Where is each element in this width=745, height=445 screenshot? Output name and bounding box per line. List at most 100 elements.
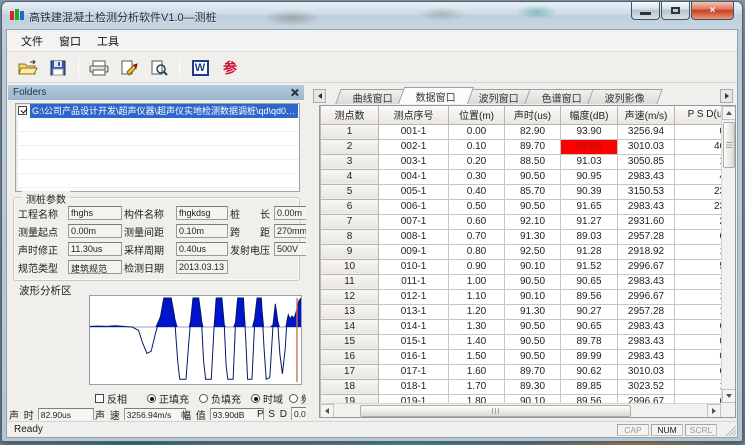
table-row[interactable]: 18018-11.7089.3089.853023.521.60 (321, 379, 722, 394)
radio-negative-fill[interactable]: 负填充 (199, 391, 241, 406)
tab-scroll-left-icon[interactable] (313, 89, 326, 103)
table-row[interactable]: 14014-11.3090.5090.652983.436.40 (321, 319, 722, 334)
column-header-3[interactable]: 声时(us) (505, 106, 561, 124)
readout-label-2: 幅 值 (181, 407, 207, 420)
horizontal-scroll-thumb[interactable] (360, 405, 631, 417)
folders-list[interactable]: G:\公司产品设计开发\超声仪器\超声仪实地检测数据调桩\qd\qd03\qd0… (15, 103, 300, 192)
menu-item-2[interactable]: 工具 (89, 30, 127, 52)
column-header-1[interactable]: 测点序号 (379, 106, 449, 124)
print-icon[interactable] (86, 56, 112, 80)
param-value-1[interactable]: fhgkdsg (176, 206, 228, 220)
table-row[interactable]: 19019-11.8090.1089.562996.676.40 (321, 394, 722, 403)
param-value-10[interactable]: 2013.03.13 (176, 260, 228, 274)
scroll-down-icon[interactable] (722, 389, 736, 403)
table-row[interactable]: 12012-11.1090.1089.562996.671.60 (321, 289, 722, 304)
open-folder-icon[interactable] (15, 56, 41, 80)
scroll-up-icon[interactable] (722, 106, 736, 120)
param-value-2[interactable]: 0.00m (274, 206, 306, 220)
radio-positive-fill[interactable]: 正填充 (147, 391, 189, 406)
column-header-2[interactable]: 位置(m) (449, 106, 505, 124)
vertical-scrollbar[interactable] (721, 106, 735, 403)
cell-8-2: 0.80 (449, 244, 505, 259)
folder-list-empty-row (16, 160, 299, 174)
readout-value-0[interactable]: 82.90us (38, 408, 94, 421)
readout-2: 幅 值93.90dB (181, 407, 264, 420)
horizontal-scrollbar[interactable] (320, 403, 721, 417)
table-row[interactable]: 10010-10.9090.1091.522996.6757.6 (321, 259, 722, 274)
table-row[interactable]: 4004-10.3090.5090.952983.4340.0 (321, 169, 722, 184)
cell-9-1: 010-1 (379, 259, 449, 274)
radio-time-domain-dot[interactable] (251, 394, 260, 403)
folders-caption[interactable]: Folders (8, 85, 304, 100)
column-header-0[interactable]: 测点数 (321, 106, 379, 124)
print-setup-icon[interactable] (116, 56, 142, 80)
folder-list-item[interactable]: G:\公司产品设计开发\超声仪器\超声仪实地检测数据调桩\qd\qd03\qd0… (16, 104, 299, 118)
print-preview-icon[interactable] (146, 56, 172, 80)
table-row[interactable]: 13013-11.2091.3090.272957.2814.4 (321, 304, 722, 319)
readout-value-1[interactable]: 3256.94m/s (124, 408, 186, 421)
param-label-4: 测量间距 (124, 224, 174, 239)
column-header-5[interactable]: 声速(m/s) (618, 106, 675, 124)
minimize-button[interactable] (631, 2, 660, 20)
table-row[interactable]: 2002-10.1089.7086.803010.03462.4 (321, 139, 722, 154)
statuskey-cap: CAP (617, 424, 649, 436)
param-value-4[interactable]: 0.10m (176, 224, 228, 238)
table-row[interactable]: 9009-10.8092.5091.282918.9214.4 (321, 244, 722, 259)
param-value-8[interactable]: 500V (274, 242, 306, 256)
radio-freq-domain[interactable]: 频域 (289, 391, 306, 406)
radio-positive-fill-dot[interactable] (147, 394, 156, 403)
param-value-3[interactable]: 0.00m (68, 224, 122, 238)
menu-item-1[interactable]: 窗口 (51, 30, 89, 52)
data-table[interactable]: 测点数测点序号位置(m)声时(us)幅度(dB)声速(m/s)P S D(us1… (320, 106, 721, 403)
column-header-4[interactable]: 幅度(dB) (561, 106, 618, 124)
table-row[interactable]: 3003-10.2088.5091.033050.8514.4 (321, 154, 722, 169)
param-value-5[interactable]: 270mm (274, 224, 306, 238)
tab-1[interactable]: 数据窗口 (398, 87, 474, 104)
cell-5-4: 91.65 (561, 199, 618, 214)
invert-checkbox-box[interactable] (95, 394, 104, 403)
table-row[interactable]: 15015-11.4090.5089.782983.430.00 (321, 334, 722, 349)
scroll-left-icon[interactable] (320, 404, 334, 418)
table-row[interactable]: 7007-10.6092.1091.272931.6025.6 (321, 214, 722, 229)
invert-checkbox[interactable]: 反相 (95, 391, 127, 406)
scroll-right-icon[interactable] (707, 404, 721, 418)
column-header-6[interactable]: P S D(us (675, 106, 722, 124)
param-value-9[interactable]: 建筑规范 (68, 260, 122, 274)
table-row[interactable]: 8008-10.7091.3089.032957.286.40 (321, 229, 722, 244)
table-row[interactable]: 5005-10.4085.7090.393150.53230.4 (321, 184, 722, 199)
param-value-0[interactable]: fhghs (68, 206, 122, 220)
readout-value-3[interactable]: 0.00us^2/m (291, 407, 306, 420)
close-button[interactable]: × (691, 2, 734, 20)
readout-value-2[interactable]: 93.90dB (210, 408, 264, 421)
folder-checkbox[interactable] (18, 106, 27, 115)
waveform-plot[interactable] (89, 295, 302, 385)
menu-item-0[interactable]: 文件 (13, 30, 51, 52)
word-export-icon[interactable]: W (187, 56, 213, 80)
table-row[interactable]: 16016-11.5090.5089.992983.430.00 (321, 349, 722, 364)
save-icon[interactable] (45, 56, 71, 80)
table-row[interactable]: 17017-11.6089.7090.623010.036.40 (321, 364, 722, 379)
table-row[interactable]: 11011-11.0090.5090.652983.431.60 (321, 274, 722, 289)
window-title: 高铁建混凝土检测分析软件V1.0—测桩 (29, 9, 217, 25)
vertical-scroll-thumb[interactable] (723, 122, 735, 168)
param-value-7[interactable]: 0.40us (176, 242, 228, 256)
readout-label-1: 声 速 (95, 407, 121, 420)
maximize-button[interactable] (661, 2, 690, 20)
cell-8-4: 91.28 (561, 244, 618, 259)
table-row[interactable]: 6006-10.5090.5091.652983.43230.4 (321, 199, 722, 214)
resize-grip[interactable] (723, 423, 736, 436)
close-panel-icon[interactable] (290, 88, 299, 97)
radio-negative-fill-dot[interactable] (199, 394, 208, 403)
radio-freq-domain-dot[interactable] (289, 394, 298, 403)
table-row[interactable]: 1001-10.0082.9093.903256.940.00 (321, 124, 722, 139)
cell-1-3: 89.70 (505, 139, 561, 154)
cell-14-3: 90.50 (505, 334, 561, 349)
cell-15-4: 89.99 (561, 349, 618, 364)
params-icon[interactable]: 参 (217, 56, 243, 80)
tab-scroll-right-icon[interactable] (720, 89, 733, 103)
data-table-frame: 测点数测点序号位置(m)声时(us)幅度(dB)声速(m/s)P S D(us1… (319, 105, 736, 418)
tab-4[interactable]: 波列影像 (587, 89, 662, 104)
radio-time-domain[interactable]: 时域 (251, 391, 283, 406)
param-value-6[interactable]: 11.30us (68, 242, 122, 256)
status-bar: Ready CAPNUMSCRL (7, 421, 737, 437)
